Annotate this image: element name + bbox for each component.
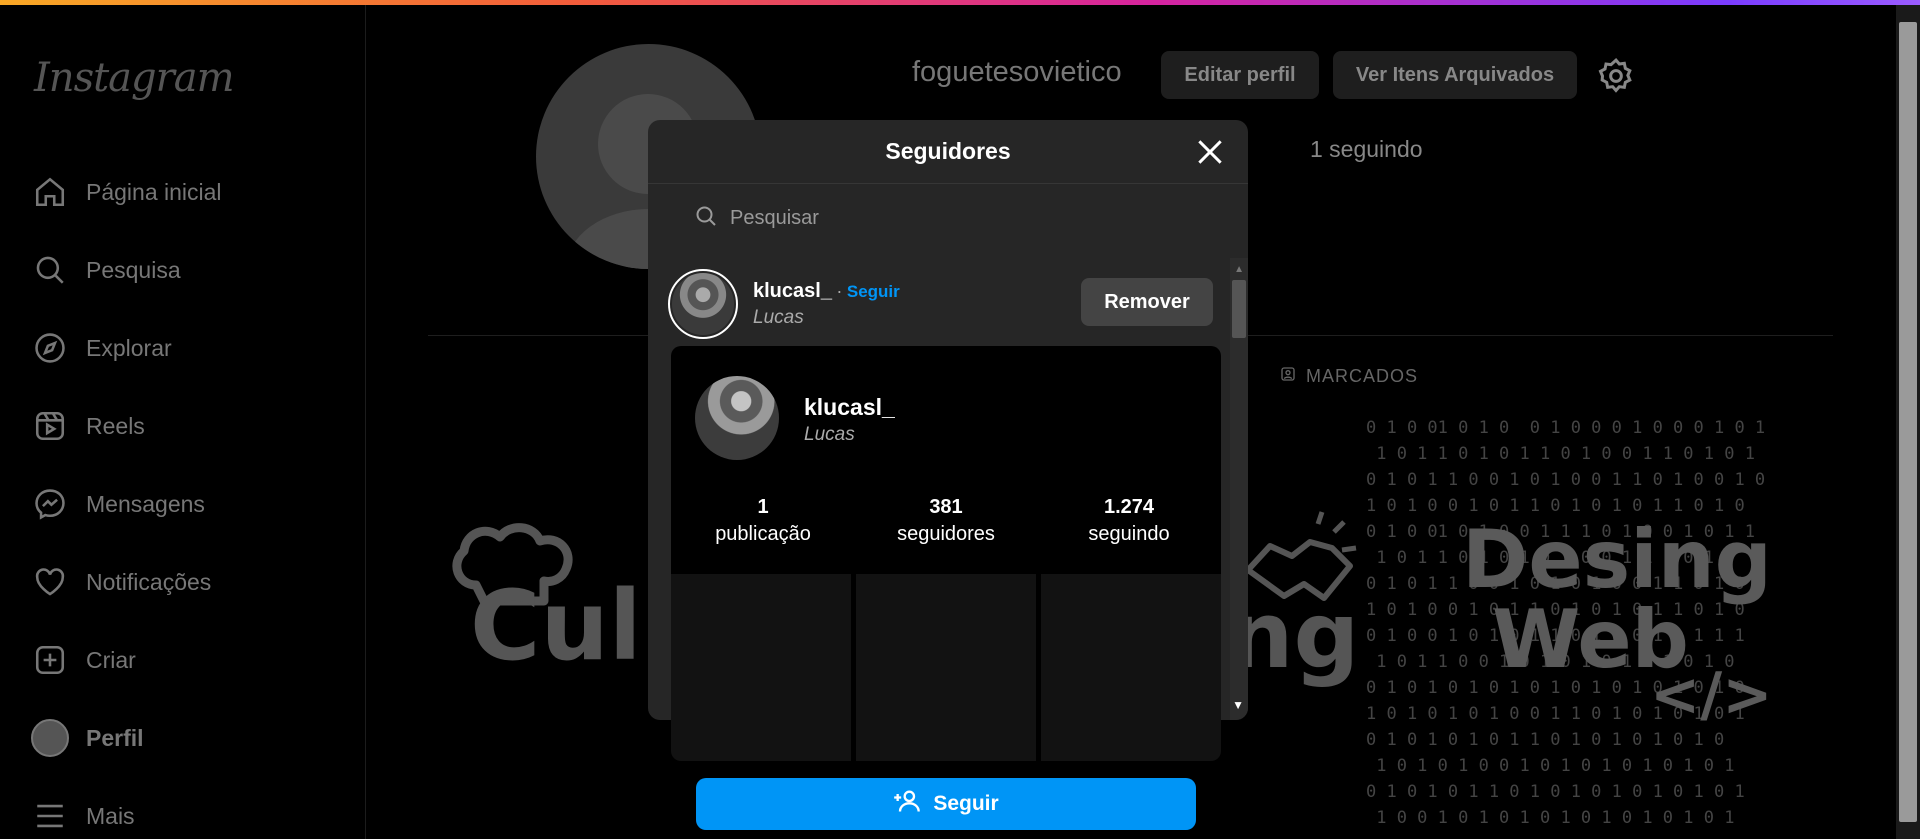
sidebar-item-label: Notificações xyxy=(86,568,212,595)
menu-icon xyxy=(30,796,70,836)
followers-stat[interactable]: 381 seguidores xyxy=(854,496,1038,546)
sidebar-item-label: Mais xyxy=(86,802,135,829)
avatar xyxy=(31,719,69,757)
sidebar: Instagram Página inicial Pesquisa Explor… xyxy=(0,5,366,839)
tab-tagged[interactable]: MARCADOS xyxy=(1280,366,1418,387)
follow-link[interactable]: Seguir xyxy=(847,282,900,301)
remove-button[interactable]: Remover xyxy=(1081,278,1213,326)
sidebar-item-label: Perfil xyxy=(86,724,144,751)
sidebar-item-messages[interactable]: Mensagens xyxy=(30,478,350,530)
tagged-icon xyxy=(1280,366,1296,387)
hover-card-full-name: Lucas xyxy=(804,424,855,445)
modal-scrollbar-thumb[interactable] xyxy=(1232,280,1246,338)
post-thumbnail[interactable] xyxy=(671,574,851,761)
gear-icon[interactable] xyxy=(1596,56,1636,96)
add-user-icon xyxy=(893,787,921,821)
sidebar-item-label: Página inicial xyxy=(86,178,222,205)
sidebar-item-explore[interactable]: Explorar xyxy=(30,322,350,374)
follow-button[interactable]: Seguir xyxy=(696,778,1196,830)
sidebar-item-search[interactable]: Pesquisa xyxy=(30,244,350,296)
search-icon xyxy=(30,250,70,290)
follow-button-label: Seguir xyxy=(933,792,999,815)
instagram-logo[interactable]: Instagram xyxy=(34,55,235,101)
search-input[interactable]: Pesquisar xyxy=(648,184,1248,252)
follower-username[interactable]: klucasl_ xyxy=(753,280,832,302)
sidebar-item-label: Criar xyxy=(86,646,136,673)
edit-profile-button[interactable]: Editar perfil xyxy=(1161,51,1319,99)
modal-title: Seguidores xyxy=(885,138,1011,164)
sidebar-item-notifications[interactable]: Notificações xyxy=(30,556,350,608)
sidebar-item-more[interactable]: Mais xyxy=(30,790,350,839)
scroll-up-arrow[interactable]: ▲ xyxy=(1234,264,1244,275)
sidebar-item-label: Pesquisa xyxy=(86,256,181,283)
reels-icon xyxy=(30,406,70,446)
view-archive-button[interactable]: Ver Itens Arquivados xyxy=(1333,51,1577,99)
sidebar-item-home[interactable]: Página inicial xyxy=(30,166,350,218)
close-icon[interactable] xyxy=(1194,136,1226,168)
compass-icon xyxy=(30,328,70,368)
messenger-icon xyxy=(30,484,70,524)
sidebar-item-profile[interactable]: Perfil xyxy=(30,712,350,764)
search-placeholder: Pesquisar xyxy=(730,206,819,229)
post-thumbnail[interactable] xyxy=(856,574,1036,761)
tab-tagged-label: MARCADOS xyxy=(1306,366,1419,386)
page-scrollbar-thumb[interactable] xyxy=(1899,22,1917,822)
list-item: klucasl_ · Seguir Lucas Remover xyxy=(668,264,1213,344)
follower-full-name: Lucas xyxy=(753,306,804,328)
hover-card-username[interactable]: klucasl_ xyxy=(804,394,895,421)
profile-hover-card: klucasl_ Lucas 1 publicação 381 seguidor… xyxy=(671,346,1221,761)
following-count[interactable]: 1 seguindo xyxy=(1310,136,1423,163)
sidebar-item-label: Explorar xyxy=(86,334,172,361)
scroll-down-arrow[interactable]: ▼ xyxy=(1232,698,1244,712)
sidebar-item-create[interactable]: Criar xyxy=(30,634,350,686)
search-icon xyxy=(694,204,718,233)
post-thumbnail[interactable] xyxy=(1041,574,1221,761)
home-icon xyxy=(30,172,70,212)
avatar[interactable] xyxy=(695,376,779,460)
modal-header: Seguidores xyxy=(648,120,1248,184)
sidebar-item-reels[interactable]: Reels xyxy=(30,400,350,452)
profile-username: foguetesovietico xyxy=(912,56,1122,88)
heart-icon xyxy=(30,562,70,602)
avatar[interactable] xyxy=(668,269,738,339)
separator-dot: · xyxy=(836,280,843,301)
following-stat[interactable]: 1.274 seguindo xyxy=(1037,496,1221,546)
sidebar-item-label: Mensagens xyxy=(86,490,205,517)
plus-square-icon xyxy=(30,640,70,680)
posts-stat: 1 publicação xyxy=(715,496,811,545)
sidebar-item-label: Reels xyxy=(86,412,145,439)
